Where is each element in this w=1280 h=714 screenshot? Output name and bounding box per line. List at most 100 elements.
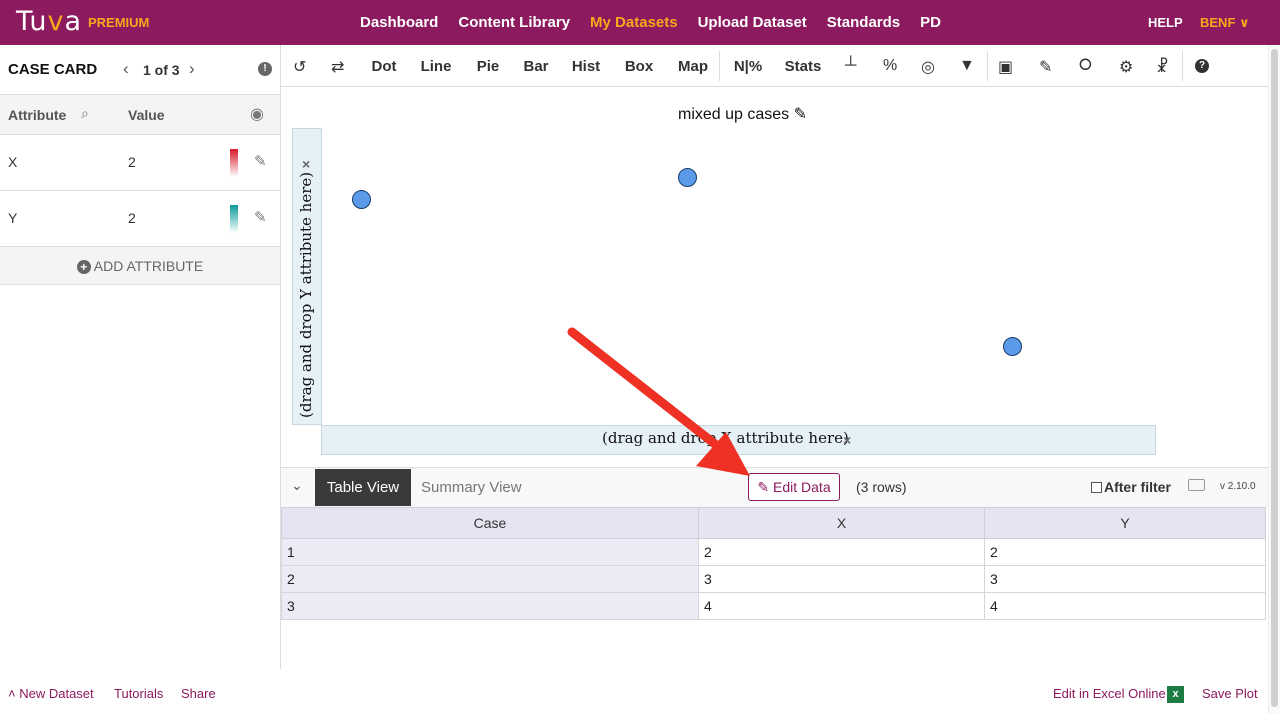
table-row[interactable]: 2 3 3 [281,565,1266,593]
add-attribute-label: ADD ATTRIBUTE [93,258,204,274]
circle-icon[interactable]: ◎ [921,57,935,77]
scrollbar-thumb[interactable] [1271,49,1278,707]
pen-icon[interactable]: ✎ [1039,57,1052,77]
table-row[interactable]: 3 4 4 [281,592,1266,620]
stats-button[interactable]: Stats [781,45,825,87]
after-filter-label: After filter [1104,479,1171,495]
table-cell[interactable]: 2 [984,538,1266,566]
color-scale-swatch[interactable] [230,149,238,177]
column-header-x[interactable]: X [698,507,985,539]
histogram-button[interactable]: Hist [566,45,606,87]
main-nav: Dashboard Content Library My Datasets Up… [360,0,961,45]
table-cell[interactable]: 2 [698,538,985,566]
pencil-icon[interactable]: ✎ [254,152,267,170]
new-dataset-link[interactable]: ˄ New Dataset [8,686,94,701]
table-header-row: Case X Y [281,507,1266,539]
color-scale-swatch[interactable] [230,205,238,233]
share-link[interactable]: Share [181,686,216,701]
pencil-icon[interactable]: ✎ [794,106,807,123]
edit-in-excel-link[interactable]: Edit in Excel Online [1053,686,1166,701]
pencil-icon: ✎ [757,479,770,495]
version-label: v 2.10.0 [1220,481,1256,492]
pie-chart-button[interactable]: Pie [468,45,508,87]
chevron-left-icon[interactable]: ‹ [123,59,129,79]
people-icon[interactable]: ⭘ [1079,57,1092,75]
y-drop-label: (drag and drop Y attribute here) [297,171,315,418]
table-cell-case[interactable]: 2 [281,565,699,593]
gear-icon[interactable]: ⚙ [1119,57,1133,77]
accessibility-icon[interactable]: ☧ [1156,57,1169,77]
help-link[interactable]: HELP [1148,15,1183,30]
attribute-value[interactable]: 2 [128,154,136,170]
filter-icon[interactable]: ▼ [959,57,975,75]
user-menu[interactable]: BENF ∨ [1200,15,1250,31]
column-header-case[interactable]: Case [281,507,699,539]
dot-plot-button[interactable]: Dot [363,45,405,87]
after-filter-toggle[interactable]: After filter [1091,479,1171,495]
scrollbar[interactable] [1268,45,1280,714]
tutorials-link[interactable]: Tutorials [114,686,163,701]
graph-title-text: mixed up cases [678,106,790,123]
table-cell[interactable]: 4 [984,592,1266,620]
table-cell[interactable]: 3 [698,565,985,593]
attribute-value[interactable]: 2 [128,210,136,226]
table-cell[interactable]: 3 [984,565,1266,593]
toolbar-divider [987,51,988,81]
tab-table-view[interactable]: Table View [315,469,411,506]
tab-summary-view[interactable]: Summary View [421,479,522,496]
axis-divider-icon[interactable]: ┴ [845,57,856,75]
chevron-up-icon: ˄ [8,686,16,701]
graph-title[interactable]: mixed up cases ✎ [678,104,807,124]
add-attribute-button[interactable]: + ADD ATTRIBUTE [0,247,280,285]
nav-dashboard[interactable]: Dashboard [360,14,438,31]
bar-chart-button[interactable]: Bar [516,45,556,87]
data-point[interactable] [352,190,371,209]
info-icon[interactable]: ! [258,62,272,76]
data-point[interactable] [1003,337,1022,356]
eye-icon[interactable]: ◉ [250,104,264,124]
data-table: Case X Y 1 2 2 2 3 3 3 4 4 [281,507,1266,620]
tuva-logo[interactable]: Tuva [16,6,82,37]
line-plot-button[interactable]: Line [415,45,457,87]
save-plot-link[interactable]: Save Plot [1202,686,1258,701]
case-card-panel: CASE CARD ‹ 1 of 3 › ! Attribute ⌕ Value… [0,45,281,669]
case-card-title: CASE CARD [8,61,98,78]
after-filter-checkbox[interactable] [1091,481,1102,493]
edit-data-button[interactable]: ✎ Edit Data [748,473,840,501]
top-navbar: Tuva PREMIUM Dashboard Content Library M… [0,0,1280,45]
plot-toolbar: ↺ ⇄ Dot Line Pie Bar Hist Box Map N|% St… [281,45,1268,87]
nav-upload-dataset[interactable]: Upload Dataset [698,14,807,31]
data-point[interactable] [678,168,697,187]
map-button[interactable]: Map [672,45,714,87]
table-row[interactable]: 1 2 2 [281,538,1266,566]
toolbar-divider [719,51,720,81]
column-header-y[interactable]: Y [984,507,1266,539]
table-cell-case[interactable]: 3 [281,592,699,620]
table-cell[interactable]: 4 [698,592,985,620]
percent-icon[interactable]: % [883,57,897,75]
undo-icon[interactable]: ↺ [293,57,306,77]
case-card-column-header: Attribute ⌕ Value ◉ [0,95,280,135]
swap-axes-icon[interactable]: ⇄ [331,57,344,77]
x-drop-label: (drag and drop X attribute here) [602,429,849,447]
nav-my-datasets[interactable]: My Datasets [590,14,678,31]
camera-icon[interactable]: ▣ [998,57,1013,77]
case-card-header: CASE CARD ‹ 1 of 3 › ! [0,45,280,95]
count-percent-button[interactable]: N|% [728,45,768,87]
chevron-down-icon[interactable]: ⌄ [291,477,303,494]
table-cell-case[interactable]: 1 [281,538,699,566]
pencil-icon[interactable]: ✎ [254,208,267,226]
chevron-right-icon[interactable]: › [189,59,195,79]
box-plot-button[interactable]: Box [619,45,659,87]
keyboard-icon[interactable] [1188,479,1205,491]
search-icon[interactable]: ⌕ [81,105,89,122]
help-icon[interactable]: ? [1195,59,1209,73]
close-icon[interactable]: × [843,432,851,448]
nav-standards[interactable]: Standards [827,14,900,31]
nav-content-library[interactable]: Content Library [458,14,570,31]
nav-pd[interactable]: PD [920,14,941,31]
excel-icon[interactable]: x [1167,686,1184,703]
close-icon[interactable]: × [302,156,310,172]
edit-data-label: Edit Data [773,479,831,495]
plus-circle-icon: + [76,260,91,274]
